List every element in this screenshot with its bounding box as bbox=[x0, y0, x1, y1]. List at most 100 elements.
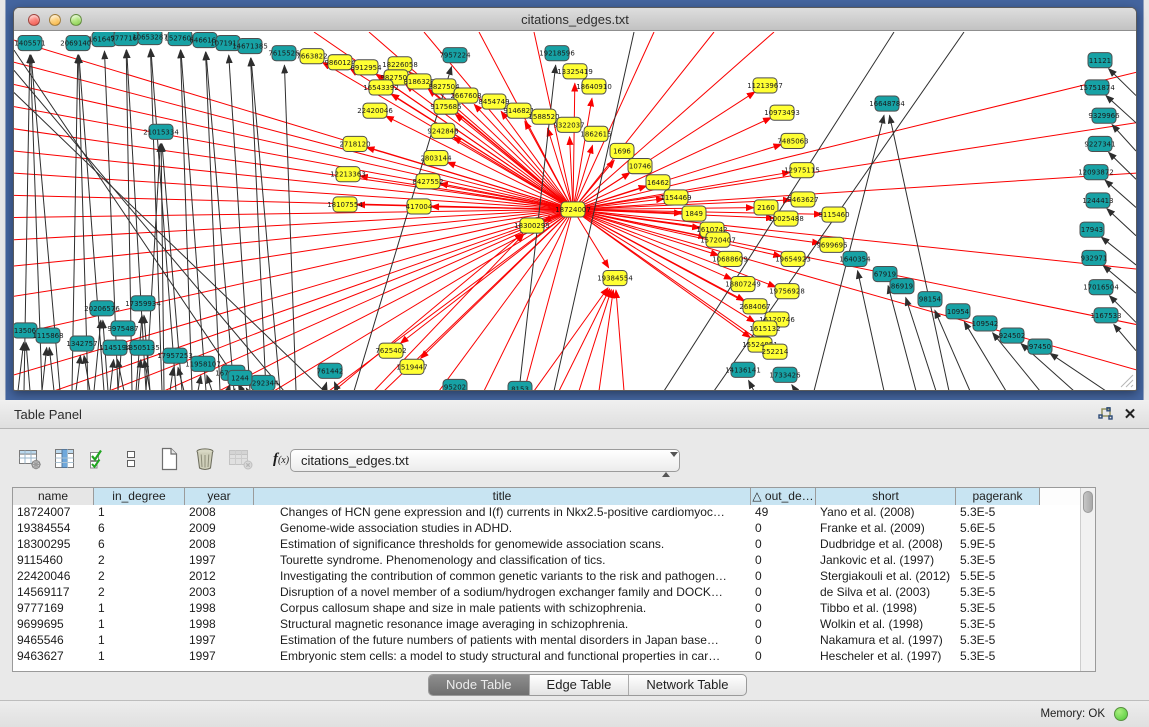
graph-node[interactable]: 932971 bbox=[1081, 250, 1108, 265]
table-row[interactable]: 946554611997Estimation of the future num… bbox=[13, 633, 1095, 649]
cell-title[interactable]: Corpus callosum shape and size in male p… bbox=[254, 601, 751, 617]
cell-title[interactable]: Embryonic stem cells: a model to study s… bbox=[254, 649, 751, 665]
graph-node[interactable]: 7615526 bbox=[268, 46, 300, 61]
graph-node[interactable]: 7485063 bbox=[777, 133, 808, 148]
tab-network-table[interactable]: Network Table bbox=[629, 675, 745, 695]
table-row[interactable]: 1938455462009Genome-wide association stu… bbox=[13, 521, 1095, 537]
cell-short[interactable]: Hescheler et al. (1997) bbox=[816, 649, 956, 665]
graph-node[interactable]: 8153 bbox=[508, 381, 532, 390]
graph-node[interactable]: 924502 bbox=[999, 328, 1026, 343]
cell-out_de[interactable]: 49 bbox=[751, 505, 816, 521]
cell-pagerank[interactable]: 5.6E-5 bbox=[956, 521, 1040, 537]
graph-node[interactable]: 9975487 bbox=[107, 321, 138, 336]
graph-node[interactable]: 1733426 bbox=[769, 367, 801, 382]
network-view[interactable]: 1872400714055712069140616164759777169106… bbox=[14, 32, 1136, 390]
cell-pagerank[interactable]: 5.3E-5 bbox=[956, 617, 1040, 633]
new-table-icon[interactable] bbox=[156, 445, 184, 473]
column-header-out_de[interactable]: △ out_de… bbox=[751, 488, 816, 505]
table-options-icon[interactable] bbox=[16, 445, 44, 473]
graph-node[interactable]: 2718120 bbox=[339, 136, 370, 151]
cell-in_degree[interactable]: 2 bbox=[94, 553, 185, 569]
graph-node[interactable]: 17016504 bbox=[1083, 280, 1119, 295]
cell-year[interactable]: 1997 bbox=[185, 649, 254, 665]
cell-title[interactable]: Tourette syndrome. Phenomenology and cla… bbox=[254, 553, 751, 569]
cell-in_degree[interactable]: 1 bbox=[94, 649, 185, 665]
graph-node[interactable]: 252214 bbox=[762, 344, 789, 359]
cell-title[interactable]: Estimation of significance thresholds fo… bbox=[254, 537, 751, 553]
cell-out_de[interactable]: 0 bbox=[751, 649, 816, 665]
cell-pagerank[interactable]: 5.3E-5 bbox=[956, 601, 1040, 617]
graph-node[interactable]: 1244413 bbox=[1082, 193, 1113, 208]
cell-year[interactable]: 1998 bbox=[185, 601, 254, 617]
column-header-year[interactable]: year bbox=[185, 488, 254, 505]
graph-node[interactable]: 9242848 bbox=[427, 123, 458, 138]
tab-node-table[interactable]: Node Table bbox=[429, 675, 530, 695]
graph-node[interactable]: 2684067 bbox=[739, 299, 770, 314]
right-panel-edge[interactable] bbox=[1143, 0, 1149, 400]
table-scrollbar-thumb[interactable] bbox=[1083, 491, 1093, 513]
delete-rows-icon[interactable] bbox=[191, 445, 219, 473]
graph-node[interactable]: 18640910 bbox=[576, 79, 612, 94]
graph-node[interactable]: 8912954 bbox=[350, 60, 382, 75]
close-panel-icon[interactable]: ✕ bbox=[1121, 406, 1139, 424]
graph-node[interactable]: 19218596 bbox=[539, 46, 575, 61]
graph-node[interactable]: 12093872 bbox=[1078, 165, 1114, 180]
cell-title[interactable]: Changes of HCN gene expression and I(f) … bbox=[254, 505, 751, 521]
cell-year[interactable]: 2009 bbox=[185, 521, 254, 537]
cell-short[interactable]: Franke et al. (2009) bbox=[816, 521, 956, 537]
cell-out_de[interactable]: 0 bbox=[751, 601, 816, 617]
graph-node[interactable]: 98154 bbox=[918, 292, 942, 307]
graph-node[interactable]: 16648784 bbox=[869, 96, 905, 111]
cell-name[interactable]: 9465546 bbox=[13, 633, 94, 649]
graph-node[interactable]: 109542 bbox=[972, 316, 999, 331]
cell-title[interactable]: Investigating the contribution of common… bbox=[254, 569, 751, 585]
float-panel-icon[interactable] bbox=[1097, 406, 1115, 424]
cell-out_de[interactable]: 0 bbox=[751, 585, 816, 601]
graph-node[interactable]: 1342757 bbox=[66, 336, 97, 351]
graph-node[interactable]: 1244 bbox=[228, 370, 252, 385]
graph-node[interactable]: 1696 bbox=[610, 143, 634, 158]
cell-short[interactable]: Stergiakouli et al. (2012) bbox=[816, 569, 956, 585]
cell-name[interactable]: 22420046 bbox=[13, 569, 94, 585]
cell-out_de[interactable]: 0 bbox=[751, 617, 816, 633]
table-row[interactable]: 969969511998Structural magnetic resonanc… bbox=[13, 617, 1095, 633]
cell-out_de[interactable]: 0 bbox=[751, 521, 816, 537]
graph-node[interactable]: 1849 bbox=[682, 206, 706, 221]
graph-node[interactable]: 10954 bbox=[946, 304, 970, 319]
cell-title[interactable]: Genome-wide association studies in ADHD. bbox=[254, 521, 751, 537]
cell-year[interactable]: 2008 bbox=[185, 537, 254, 553]
cell-short[interactable]: de Silva et al. (2003) bbox=[816, 585, 956, 601]
column-header-in_degree[interactable]: in_degree bbox=[94, 488, 185, 505]
graph-node[interactable]: 2803144 bbox=[420, 150, 452, 165]
cell-pagerank[interactable]: 5.3E-5 bbox=[956, 553, 1040, 569]
row-check-icon[interactable] bbox=[86, 445, 114, 473]
graph-node[interactable]: 97450 bbox=[1028, 339, 1052, 354]
table-row[interactable]: 2242004622012Investigating the contribut… bbox=[13, 569, 1095, 585]
cell-pagerank[interactable]: 5.3E-5 bbox=[956, 585, 1040, 601]
graph-node[interactable]: 16543392 bbox=[363, 80, 399, 95]
graph-node[interactable]: 7957224 bbox=[439, 48, 471, 63]
cell-out_de[interactable]: 0 bbox=[751, 569, 816, 585]
column-header-pagerank[interactable]: pagerank bbox=[956, 488, 1040, 505]
cell-short[interactable]: Tibbo et al. (1998) bbox=[816, 601, 956, 617]
cell-short[interactable]: Dudbridge et al. (2008) bbox=[816, 537, 956, 553]
graph-node[interactable]: 18807249 bbox=[725, 277, 761, 292]
graph-node[interactable]: 13505135 bbox=[124, 340, 160, 355]
cell-title[interactable]: Estimation of the future numbers of pati… bbox=[254, 633, 751, 649]
left-panel-edge[interactable] bbox=[0, 0, 6, 400]
graph-node[interactable]: 9175685 bbox=[430, 99, 461, 114]
cell-year[interactable]: 2003 bbox=[185, 585, 254, 601]
cell-year[interactable]: 1998 bbox=[185, 617, 254, 633]
cell-in_degree[interactable]: 2 bbox=[94, 569, 185, 585]
cell-year[interactable]: 1997 bbox=[185, 553, 254, 569]
cell-year[interactable]: 2012 bbox=[185, 569, 254, 585]
rows-icon[interactable] bbox=[121, 445, 149, 473]
cell-pagerank[interactable]: 5.9E-5 bbox=[956, 537, 1040, 553]
graph-node[interactable]: 9699695 bbox=[816, 237, 847, 252]
graph-node[interactable]: 1405571 bbox=[14, 36, 45, 51]
table-row[interactable]: 946362711997Embryonic stem cells: a mode… bbox=[13, 649, 1095, 665]
graph-node[interactable]: 14136141 bbox=[725, 362, 761, 377]
cell-name[interactable]: 9115460 bbox=[13, 553, 94, 569]
cell-out_de[interactable]: 0 bbox=[751, 553, 816, 569]
graph-node[interactable]: 8427552 bbox=[412, 174, 443, 189]
